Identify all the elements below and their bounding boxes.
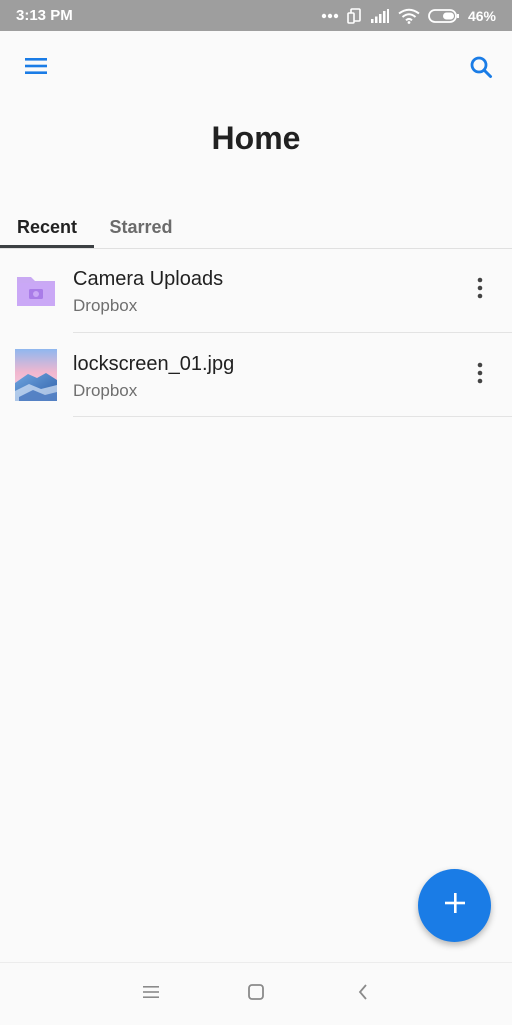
tab-recent[interactable]: Recent: [0, 206, 94, 248]
tab-bar: Recent Starred: [0, 206, 512, 249]
back-chevron-icon: [357, 983, 369, 1006]
nav-back-button[interactable]: [350, 981, 376, 1007]
file-location: Dropbox: [73, 296, 138, 315]
signal-icon: [370, 8, 390, 24]
search-button[interactable]: [466, 54, 496, 84]
more-options-button[interactable]: [466, 276, 494, 304]
battery-icon: [428, 8, 460, 24]
wifi-icon: [398, 8, 420, 24]
list-item[interactable]: lockscreen_01.jpg Dropbox: [0, 333, 512, 417]
page-title: Home: [211, 120, 301, 156]
more-options-button[interactable]: [466, 361, 494, 389]
search-icon: [469, 55, 493, 84]
status-time: 3:13 PM: [16, 7, 73, 24]
battery-percentage: 46%: [467, 7, 496, 24]
image-thumbnail: [15, 349, 57, 401]
home-square-icon: [248, 983, 264, 1005]
status-bar: 3:13 PM 46%: [0, 0, 512, 31]
camera-folder-icon: [15, 264, 57, 316]
recents-menu-icon: [143, 985, 159, 1004]
nav-recents-button[interactable]: [138, 981, 164, 1007]
nav-home-button[interactable]: [243, 981, 269, 1007]
more-vert-icon: [477, 362, 483, 389]
status-icons: 46%: [321, 8, 496, 24]
hamburger-menu-icon: [24, 56, 48, 81]
more-vert-icon: [477, 277, 483, 304]
divider: [73, 416, 512, 417]
add-fab-button[interactable]: [418, 869, 491, 942]
tab-starred[interactable]: Starred: [96, 206, 186, 248]
system-nav-bar: [0, 962, 512, 1025]
plus-icon: [444, 892, 466, 919]
more-notifications-icon: [321, 13, 339, 19]
menu-button[interactable]: [22, 54, 50, 82]
file-location: Dropbox: [73, 381, 138, 400]
list-item[interactable]: Camera Uploads Dropbox: [0, 248, 512, 332]
file-name: lockscreen_01.jpg: [73, 353, 235, 375]
file-name: Camera Uploads: [73, 268, 224, 290]
screen-rotate-icon: [347, 7, 362, 24]
